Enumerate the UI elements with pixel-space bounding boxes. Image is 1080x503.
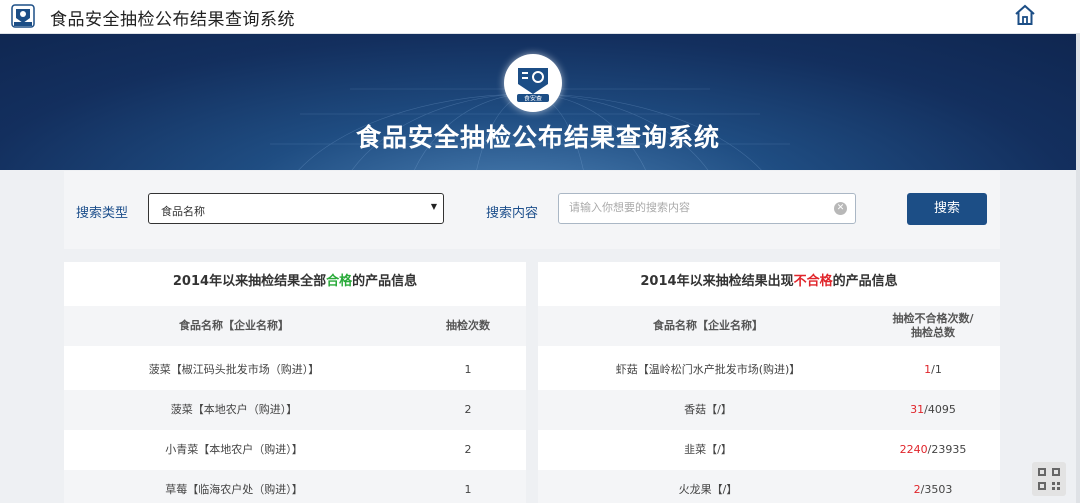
row-name: 小青菜【本地农户（购进）】 xyxy=(165,443,303,456)
search-input-box[interactable]: ✕ xyxy=(558,193,856,224)
app-title: 食品安全抽检公布结果查询系统 xyxy=(50,10,295,30)
top-bar: 食品安全抽检公布结果查询系统 xyxy=(0,0,1080,34)
row-name: 火龙果【/】 xyxy=(678,483,738,496)
col-header-name: 食品名称【企业名称】 xyxy=(179,319,289,332)
table-row[interactable]: 草莓【临海农户处（购进）】 1 xyxy=(64,470,526,503)
table-row[interactable]: 韭菜【/】 2240/23935 xyxy=(538,430,1000,470)
row-name: 香菇【/】 xyxy=(684,403,732,416)
clear-icon[interactable]: ✕ xyxy=(834,202,847,215)
home-icon[interactable] xyxy=(1013,3,1037,27)
table-row[interactable]: 火龙果【/】 2/3503 xyxy=(538,470,1000,503)
pass-highlight: 合格 xyxy=(326,274,353,289)
search-type-value: 食品名称 xyxy=(161,205,205,218)
search-content-label: 搜索内容 xyxy=(486,206,539,221)
fail-panel-title: 2014年以来抽检结果出现不合格的产品信息 xyxy=(538,262,1000,302)
fail-highlight: 不合格 xyxy=(793,274,833,289)
row-count: 2 xyxy=(464,403,472,416)
table-row[interactable]: 小青菜【本地农户（购进）】 2 xyxy=(64,430,526,470)
fail-products-panel: 2014年以来抽检结果出现不合格的产品信息 食品名称【企业名称】 抽检不合格次数… xyxy=(538,262,1000,503)
row-fail-total: 1/1 xyxy=(924,363,942,376)
col-header-name: 食品名称【企业名称】 xyxy=(653,319,763,332)
hero-logo-icon: 食安查 xyxy=(504,54,562,112)
table-row[interactable]: 菠菜【椒江码头批发市场（购进）】 1 xyxy=(64,350,526,390)
search-type-label: 搜索类型 xyxy=(76,206,129,221)
scrollbar[interactable] xyxy=(1076,34,1080,503)
row-name: 韭菜【/】 xyxy=(684,443,732,456)
pass-products-panel: 2014年以来抽检结果全部合格的产品信息 食品名称【企业名称】 抽检次数 菠菜【… xyxy=(64,262,526,503)
table-header: 食品名称【企业名称】 抽检次数 xyxy=(64,306,526,346)
row-name: 草莓【临海农户处（购进）】 xyxy=(165,483,303,496)
row-fail-total: 2/3503 xyxy=(913,483,953,496)
table-row[interactable]: 虾菇【温岭松门水产批发市场(购进)】 1/1 xyxy=(538,350,1000,390)
table-row[interactable]: 香菇【/】 31/4095 xyxy=(538,390,1000,430)
hero-banner: 食安查 食品安全抽检公布结果查询系统 xyxy=(0,34,1076,170)
table-row[interactable]: 菠菜【本地农户（购进）】 2 xyxy=(64,390,526,430)
dropdown-arrow-icon: ▼ xyxy=(430,202,437,211)
search-type-select[interactable]: 食品名称 ▼ xyxy=(148,193,444,224)
row-name: 菠菜【本地农户（购进）】 xyxy=(170,403,298,416)
row-count: 2 xyxy=(464,443,472,456)
row-fail-total: 2240/23935 xyxy=(899,443,967,456)
row-name: 菠菜【椒江码头批发市场（购进）】 xyxy=(148,363,320,376)
table-header: 食品名称【企业名称】 抽检不合格次数/抽检总数 xyxy=(538,306,1000,346)
col-header-fail-total: 抽检不合格次数/抽检总数 xyxy=(892,312,974,339)
app-logo-icon xyxy=(11,4,35,28)
qr-code-icon[interactable] xyxy=(1032,462,1066,496)
search-panel: 搜索类型 食品名称 ▼ 搜索内容 ✕ 搜索 xyxy=(64,171,1000,249)
search-button[interactable]: 搜索 xyxy=(907,193,987,225)
row-count: 1 xyxy=(464,483,472,496)
pass-panel-title: 2014年以来抽检结果全部合格的产品信息 xyxy=(64,262,526,302)
hero-title: 食品安全抽检公布结果查询系统 xyxy=(355,123,720,152)
row-fail-total: 31/4095 xyxy=(910,403,956,416)
row-name: 虾菇【温岭松门水产批发市场(购进)】 xyxy=(615,363,801,376)
search-input[interactable] xyxy=(567,200,831,215)
row-count: 1 xyxy=(464,363,472,376)
hero-logo-text: 食安查 xyxy=(524,95,542,103)
col-header-count: 抽检次数 xyxy=(446,319,490,332)
